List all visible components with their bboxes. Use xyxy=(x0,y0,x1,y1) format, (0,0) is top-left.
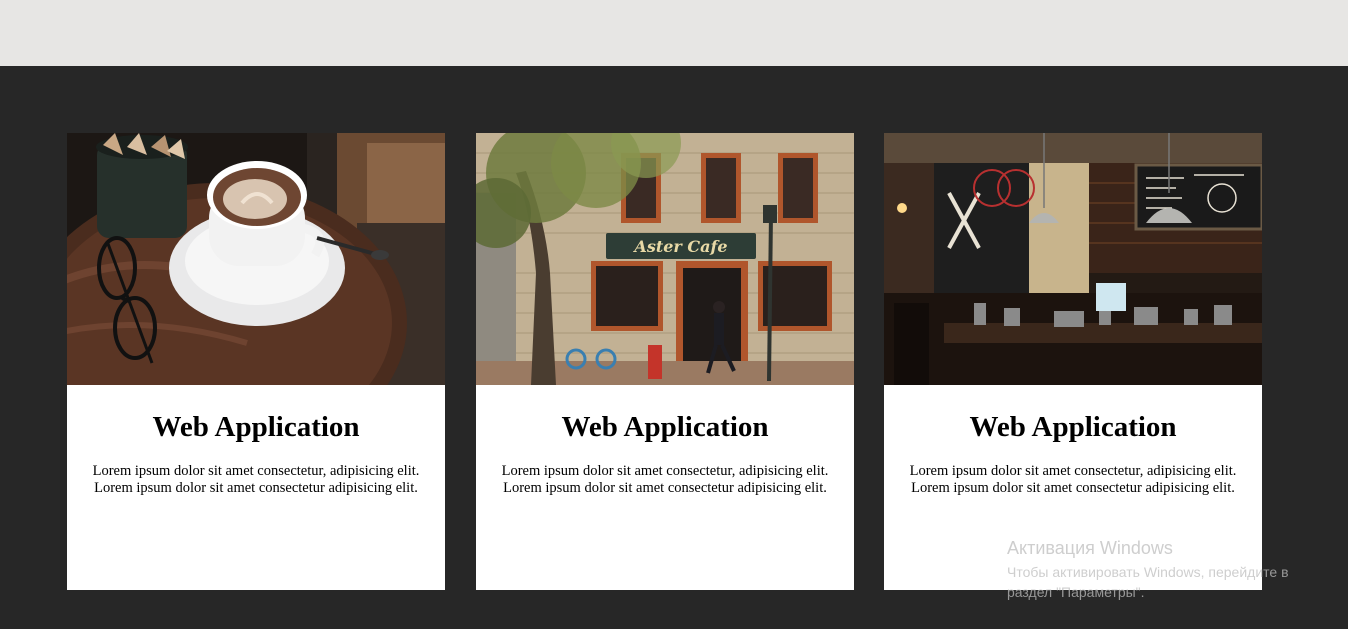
card-text: Lorem ipsum dolor sit amet consectetur, … xyxy=(909,463,1237,496)
cafe-interior-image xyxy=(884,133,1262,385)
coffee-cup-image xyxy=(67,133,445,385)
watermark-title: Активация Windows xyxy=(1007,538,1173,558)
card: Aster Cafe Web Application Lorem ipsum d… xyxy=(476,133,854,590)
card-text: Lorem ipsum dolor sit amet consectetur, … xyxy=(92,463,420,496)
cafe-sign: Aster Cafe xyxy=(632,237,727,256)
windows-activation-watermark: Активация Windows Чтобы активировать Win… xyxy=(1007,537,1337,602)
watermark-text: Чтобы активировать Windows, перейдите в … xyxy=(1007,564,1289,600)
top-band xyxy=(0,0,1348,66)
card: Web Application Lorem ipsum dolor sit am… xyxy=(67,133,445,590)
cafe-storefront-image: Aster Cafe xyxy=(476,133,854,385)
card-text: Lorem ipsum dolor sit amet consectetur, … xyxy=(501,463,829,496)
card-title: Web Application xyxy=(561,411,769,443)
card-title: Web Application xyxy=(152,411,360,443)
card: Web Application Lorem ipsum dolor sit am… xyxy=(884,133,1262,590)
card-title: Web Application xyxy=(969,411,1177,443)
